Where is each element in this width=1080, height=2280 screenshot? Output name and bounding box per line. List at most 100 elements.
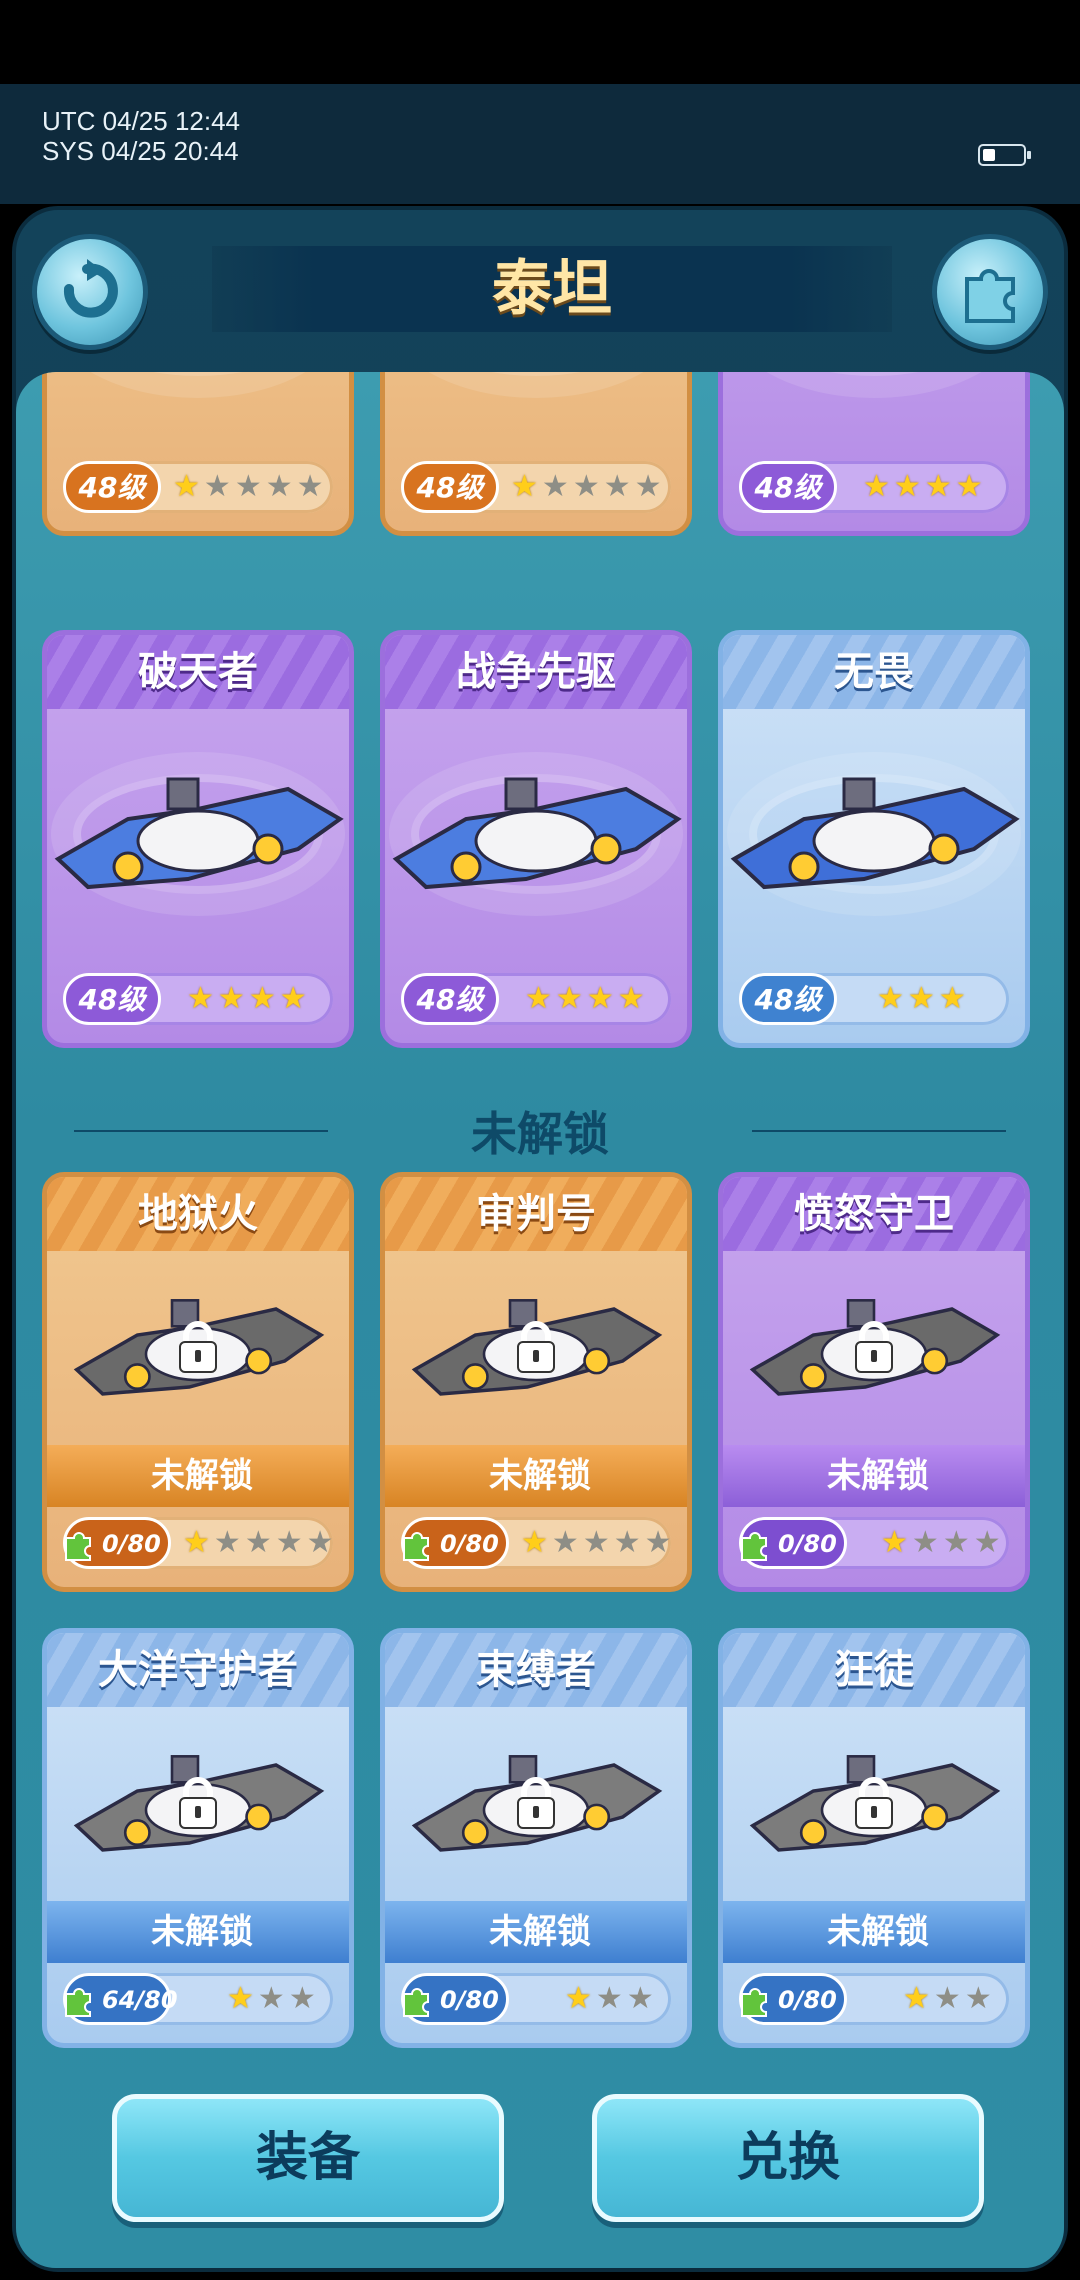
locked-status-strip: 未解锁: [385, 1901, 687, 1963]
lock-icon: [517, 1321, 555, 1373]
exchange-button[interactable]: 兑换: [592, 2094, 984, 2222]
fragment-count: 0/80: [63, 1517, 171, 1569]
locked-status-strip: 未解锁: [385, 1445, 687, 1507]
ship-illustration: [54, 777, 344, 890]
star-icon: ★: [942, 1525, 974, 1560]
locked-status-strip: 未解锁: [47, 1445, 349, 1507]
fragment-bar: 64/80 ★★★: [63, 1973, 333, 2025]
ship-name: 无畏: [723, 635, 1025, 709]
ship-art: [47, 1707, 349, 1901]
back-button[interactable]: [32, 234, 148, 350]
fragment-count-text: 0/80: [102, 1530, 161, 1558]
fragment-count: 0/80: [739, 1973, 847, 2025]
star-icon: ★: [572, 469, 604, 504]
puzzle-button[interactable]: [932, 234, 1048, 350]
fragment-count-text: 0/80: [778, 1530, 837, 1558]
equip-button[interactable]: 装备: [112, 2094, 504, 2222]
ship-art: [47, 372, 349, 441]
star-icon: ★: [924, 469, 956, 504]
puzzle-fragment-icon: [741, 1988, 767, 2017]
star-icon: ★: [279, 981, 311, 1016]
divider-left: [74, 1130, 328, 1132]
page-title: 泰坦: [492, 254, 612, 324]
star-icon: ★: [187, 981, 218, 1016]
star-rating: ★★★: [227, 1981, 320, 2017]
star-icon: ★: [525, 981, 556, 1016]
level-badge: 48级: [63, 973, 161, 1025]
star-icon: ★: [933, 1981, 965, 2016]
fragment-count: 64/80: [63, 1973, 178, 2025]
star-rating: ★★★★: [525, 981, 649, 1017]
star-icon: ★: [893, 469, 925, 504]
star-icon: ★: [173, 469, 204, 504]
ship-name: 束缚者: [385, 1633, 687, 1707]
ship-card[interactable]: 无畏 48级 ★★★: [718, 630, 1030, 1048]
ship-card[interactable]: 48级 ★★★★: [718, 372, 1030, 536]
ship-card[interactable]: 48级 ★★★★★: [380, 372, 692, 536]
puzzle-fragment-icon: [65, 1988, 91, 2017]
star-icon: ★: [955, 469, 987, 504]
sys-time: SYS 04/25 20:44: [42, 136, 239, 166]
ship-card[interactable]: 破天者 48级 ★★★★: [42, 630, 354, 1048]
ship-list-panel[interactable]: 未解锁 48级 ★★★★★ 48级 ★★★★★ 48级 ★★★★ 破天者 48级 ★★★★ 战争先…: [16, 372, 1064, 2268]
star-icon: ★: [183, 1525, 214, 1560]
star-icon: ★: [521, 1525, 552, 1560]
star-icon: ★: [296, 469, 328, 504]
locked-ship-card[interactable]: 愤怒守卫 未解锁 0/80 ★★★★: [718, 1172, 1030, 1592]
star-icon: ★: [275, 1525, 307, 1560]
fragment-count-text: 0/80: [440, 1986, 499, 2014]
ship-card[interactable]: 战争先驱 48级 ★★★★: [380, 630, 692, 1048]
locked-ship-card[interactable]: 束缚者未解锁 0/80 ★★★: [380, 1628, 692, 2048]
ship-card[interactable]: 48级 ★★★★★: [42, 372, 354, 536]
ship-art: [385, 1707, 687, 1901]
fragment-count-text: 64/80: [102, 1986, 178, 2014]
locked-ship-card[interactable]: 狂徒 未解锁 0/80 ★★★: [718, 1628, 1030, 2048]
equip-button-label: 装备: [255, 2128, 360, 2188]
star-icon: ★: [881, 1525, 912, 1560]
star-rating: ★★★★★: [173, 469, 328, 505]
star-icon: ★: [227, 1981, 258, 2016]
status-bar: UTC 04/25 12:44 SYS 04/25 20:44: [0, 84, 1080, 204]
ship-name: 狂徒: [723, 1633, 1025, 1707]
star-icon: ★: [644, 1525, 676, 1560]
star-icon: ★: [964, 1981, 996, 2016]
ship-name: 破天者: [47, 635, 349, 709]
fragment-bar: 0/80 ★★★: [401, 1973, 671, 2025]
ship-illustration: [48, 372, 348, 401]
fragment-bar: 0/80 ★★★★: [739, 1517, 1009, 1569]
star-icon: ★: [213, 1525, 245, 1560]
star-icon: ★: [617, 981, 649, 1016]
star-icon: ★: [555, 981, 587, 1016]
ship-illustration: [386, 372, 686, 401]
lock-icon: [179, 1777, 217, 1829]
star-icon: ★: [907, 981, 939, 1016]
star-icon: ★: [973, 1525, 1005, 1560]
level-badge: 48级: [401, 973, 499, 1025]
locked-ship-card[interactable]: 审判号 未解锁 0/80 ★★★★★: [380, 1172, 692, 1592]
locked-ship-card[interactable]: 大洋守护者 未解锁 64/80 ★★★: [42, 1628, 354, 2048]
star-icon: ★: [511, 469, 542, 504]
ship-name: 战争先驱: [385, 635, 687, 709]
star-rating: ★★★: [565, 1981, 658, 2017]
star-icon: ★: [248, 981, 280, 1016]
star-rating: ★★★★: [863, 469, 987, 505]
star-icon: ★: [634, 469, 666, 504]
star-rating: ★★★★★: [183, 1525, 338, 1561]
ship-art: [723, 1251, 1025, 1445]
fragment-count-text: 0/80: [778, 1986, 837, 2014]
battery-icon: [978, 144, 1031, 166]
fragment-bar: 0/80 ★★★★★: [63, 1517, 334, 1569]
star-icon: ★: [911, 1525, 943, 1560]
level-bar: 48级 ★★★★★: [401, 461, 671, 513]
locked-ship-card[interactable]: 地狱火 未解锁 0/80 ★★★★★: [42, 1172, 354, 1592]
level-bar: 48级 ★★★★: [63, 973, 333, 1025]
fragment-bar: 0/80 ★★★: [739, 1973, 1009, 2025]
locked-status-strip: 未解锁: [723, 1901, 1025, 1963]
fragment-count: 0/80: [401, 1517, 509, 1569]
ship-art: [385, 372, 687, 441]
star-icon: ★: [938, 981, 970, 1016]
ship-art: [723, 709, 1025, 959]
star-icon: ★: [877, 981, 908, 1016]
puzzle-icon: [965, 269, 1015, 323]
ship-art: [385, 1251, 687, 1445]
